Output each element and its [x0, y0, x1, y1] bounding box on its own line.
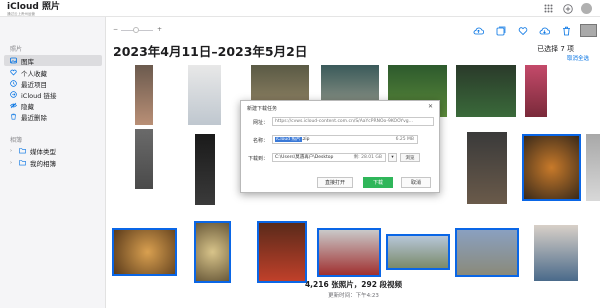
avatar[interactable]: [581, 3, 592, 14]
filename-extension: .zip: [301, 137, 310, 142]
zoom-out-icon[interactable]: −: [113, 26, 118, 33]
url-field[interactable]: https://cvws.icloud-content.com.cn/S/AaY…: [272, 117, 434, 126]
sidebar-item-recents[interactable]: 最近项目: [4, 78, 102, 89]
sidebar-item-recently-deleted[interactable]: 最近删除: [4, 111, 102, 122]
last-updated: 更新时间：下午4:23: [328, 293, 379, 299]
selection-preview-thumbnail: [580, 24, 597, 37]
add-icon[interactable]: [562, 3, 573, 14]
link-icon: [10, 91, 17, 98]
photo-thumbnail-selected[interactable]: [317, 228, 381, 277]
photo-thumbnail[interactable]: [135, 129, 153, 189]
top-bar: iCloud 照片 通过云上贵州运营: [0, 0, 600, 17]
sidebar-item-label: 最近项目: [21, 80, 47, 89]
open-directly-button[interactable]: 直接打开: [317, 177, 353, 188]
sidebar-item-label: 最近删除: [21, 113, 47, 122]
sidebar-item-media-types[interactable]: › 媒体类型: [4, 145, 102, 156]
photo-thumbnail[interactable]: [188, 65, 221, 125]
name-label: 名称：: [252, 138, 268, 144]
file-size: 6.25 MB: [395, 137, 414, 142]
selected-count: 已选择 7 项: [537, 45, 574, 53]
photo-thumbnail-selected[interactable]: [455, 228, 519, 277]
chevron-right-icon[interactable]: ›: [10, 160, 15, 166]
sidebar-item-hidden[interactable]: 隐藏: [4, 100, 102, 111]
delete-trash-icon[interactable]: [561, 25, 572, 36]
sidebar: 照片 图库 个人收藏 最近项目 iCloud 链接 隐藏 最近删除 相簿 › 媒…: [0, 17, 106, 308]
filename-selected-text: iCloud 照片: [275, 137, 302, 142]
sidebar-item-label: 隐藏: [21, 102, 34, 111]
toolbar-actions: [473, 25, 572, 36]
cancel-button[interactable]: 取消: [401, 177, 431, 188]
photos-section-header: 照片: [10, 46, 23, 53]
photo-thumbnail[interactable]: [525, 65, 547, 117]
app-subtitle: 通过云上贵州运营: [7, 12, 35, 16]
directory-dropdown-button[interactable]: ▾: [388, 153, 397, 162]
trash-icon: [10, 113, 17, 120]
sidebar-item-library[interactable]: 图库: [4, 55, 102, 66]
sidebar-item-icloud-links[interactable]: iCloud 链接: [4, 89, 102, 100]
download-to-label: 下载到：: [247, 156, 268, 162]
chevron-right-icon[interactable]: ›: [10, 148, 15, 154]
photo-thumbnail-selected[interactable]: [386, 234, 450, 270]
photo-thumbnail[interactable]: [195, 134, 215, 205]
photo-thumbnail[interactable]: [586, 134, 600, 201]
albums-section-header: 相簿: [10, 137, 23, 144]
folder-icon: [19, 147, 26, 154]
photo-library-icon: [10, 57, 17, 64]
url-label: 网址：: [252, 120, 268, 126]
photo-thumbnail[interactable]: [467, 132, 507, 204]
library-summary: 4,216 张照片，292 段视频: [304, 280, 403, 289]
sidebar-item-label: iCloud 链接: [21, 91, 57, 100]
photo-thumbnail-selected[interactable]: [257, 221, 307, 283]
filename-field[interactable]: iCloud 照片.zip 6.25 MB: [272, 135, 418, 144]
heart-icon: [10, 69, 17, 76]
photo-thumbnail-selected[interactable]: [112, 228, 177, 276]
free-space: 剩: 28.01 GB: [353, 155, 382, 160]
top-icons: [543, 3, 592, 14]
add-to-album-icon[interactable]: [495, 25, 506, 36]
sidebar-item-label: 图库: [21, 57, 34, 66]
favorite-heart-icon[interactable]: [517, 25, 528, 36]
sidebar-item-favorites[interactable]: 个人收藏: [4, 67, 102, 78]
download-icon[interactable]: [539, 25, 550, 36]
zoom-slider[interactable]: − +: [113, 26, 162, 34]
chevron-down-icon: ▾: [391, 155, 394, 160]
photo-thumbnail-selected[interactable]: [194, 221, 231, 283]
browse-button[interactable]: 浏览: [400, 153, 420, 162]
directory-path: C:\Users\莫遇再户\Desktop: [275, 155, 334, 160]
directory-field[interactable]: C:\Users\莫遇再户\Desktop 剩: 28.01 GB: [272, 153, 386, 162]
sidebar-item-my-albums[interactable]: › 我的相簿: [4, 157, 102, 168]
photo-thumbnail[interactable]: [135, 65, 153, 125]
sidebar-item-label: 媒体类型: [30, 147, 56, 156]
sidebar-item-label: 个人收藏: [21, 69, 47, 78]
clock-icon: [10, 80, 17, 87]
eye-slash-icon: [10, 102, 17, 109]
apps-grid-icon[interactable]: [543, 3, 554, 14]
deselect-all-link[interactable]: 取消全选: [567, 54, 589, 62]
upload-icon[interactable]: [473, 25, 484, 36]
zoom-handle[interactable]: [133, 27, 139, 33]
close-icon[interactable]: ✕: [428, 103, 433, 110]
date-range-title: 2023年4月11日–2023年5月2日: [113, 44, 308, 59]
download-dialog: 新建下载任务 ✕ 网址： https://cvws.icloud-content…: [240, 100, 440, 193]
photo-thumbnail[interactable]: [534, 225, 578, 281]
folder-icon: [19, 159, 26, 166]
sidebar-item-label: 我的相簿: [30, 159, 56, 168]
photo-thumbnail[interactable]: [456, 65, 516, 117]
download-button[interactable]: 下载: [363, 177, 393, 188]
zoom-in-icon[interactable]: +: [157, 26, 162, 33]
dialog-title: 新建下载任务: [247, 106, 278, 112]
app-title[interactable]: iCloud 照片: [7, 2, 60, 12]
photo-thumbnail-selected[interactable]: [522, 134, 581, 201]
